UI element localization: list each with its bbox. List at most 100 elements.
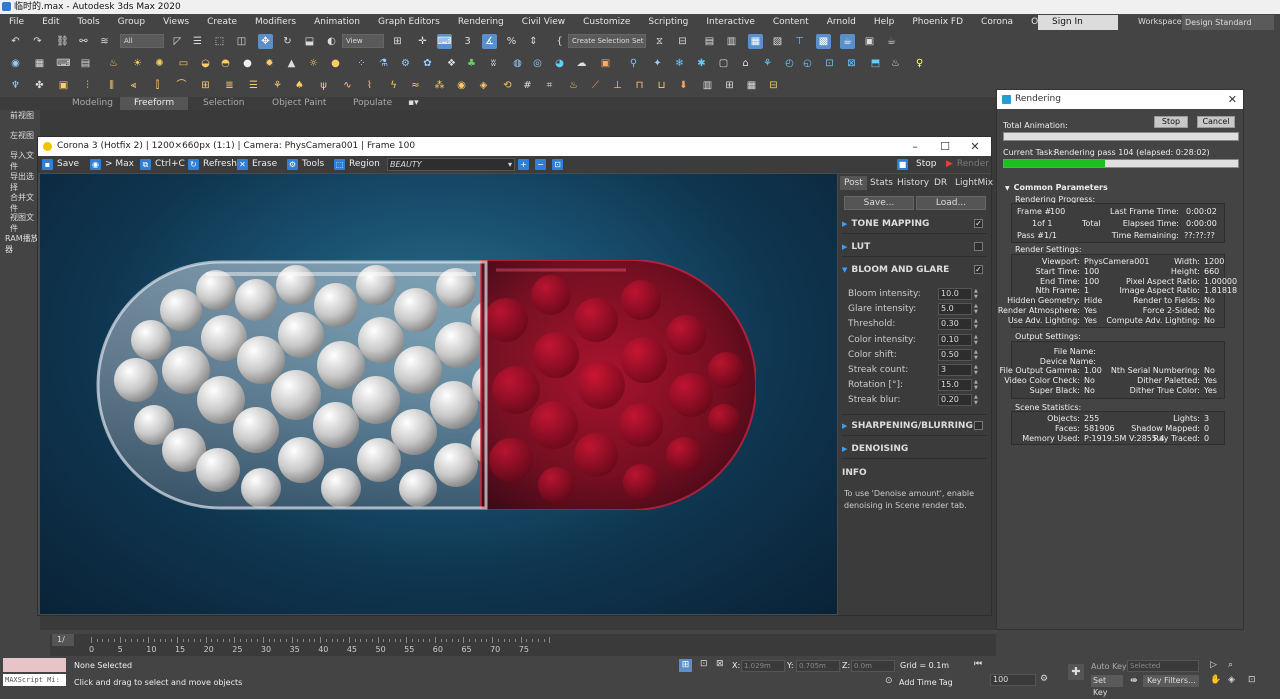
frame-icon[interactable]: ⬒ [868, 56, 883, 71]
crate-icon[interactable]: ▥ [700, 78, 715, 93]
timeline-slider[interactable]: 1/ 0 5 10 15 20 25 30 35 40 45 50 55 60 65 70 75 [50, 634, 996, 658]
set-key-button[interactable]: Set Key [1091, 675, 1123, 697]
time-tag-icon[interactable]: ⊙ [885, 676, 893, 686]
teapot-icon[interactable]: ♨ [888, 56, 903, 71]
move-icon[interactable]: ✥ [258, 34, 273, 49]
railing-icon[interactable]: ⫼ [104, 78, 119, 93]
menu-modifiers[interactable]: Modifiers [246, 14, 305, 31]
viewport-icon[interactable]: ⊠ [844, 56, 859, 71]
scale-icon[interactable]: ⬓ [302, 34, 317, 49]
close-icon[interactable]: ✕ [960, 137, 990, 156]
shell-icon[interactable]: ◉ [454, 78, 469, 93]
schematic-view-icon[interactable]: ⊤ [792, 34, 807, 49]
tab-dr[interactable]: DR [930, 176, 951, 190]
render-button[interactable]: ▶ Render [946, 158, 989, 171]
spot-light-icon[interactable]: ✺ [152, 56, 167, 71]
tree-icon[interactable]: ♠ [292, 78, 307, 93]
tile-icon[interactable]: ⊞ [722, 78, 737, 93]
param-value[interactable]: 0.50 [938, 349, 972, 361]
maxscript-mini-listener[interactable]: MAXScript Mi: [3, 674, 66, 686]
param-value[interactable]: 10.0 [938, 288, 972, 300]
tab-history[interactable]: History [893, 176, 933, 190]
menu-content[interactable]: Content [764, 14, 818, 31]
menu-graph-editors[interactable]: Graph Editors [369, 14, 449, 31]
toggle-ribbon-icon[interactable]: ▦ [748, 34, 763, 49]
left-panel-item[interactable]: 视图文件 [10, 212, 40, 234]
omni-light-icon[interactable]: ☀ [130, 56, 145, 71]
spinner-icon[interactable]: ▲ ▼ [974, 288, 980, 300]
plant-icon[interactable]: ⚘ [270, 78, 285, 93]
stop-render-button[interactable]: Stop [1154, 116, 1188, 128]
layered-material-icon[interactable]: ◎ [530, 56, 545, 71]
menu-file[interactable]: File [0, 14, 33, 31]
render-production-icon[interactable]: ☕ [884, 34, 899, 49]
minimize-icon[interactable]: – [900, 137, 930, 156]
multimap-icon[interactable]: ◕ [552, 56, 567, 71]
section-bloom-glare[interactable]: ▼ BLOOM AND GLARE ✓ [842, 263, 987, 277]
window-icon[interactable]: ⊞ [198, 78, 213, 93]
fur-icon[interactable]: ✿ [420, 56, 435, 71]
menu-help[interactable]: Help [865, 14, 904, 31]
light-tool-icon[interactable]: ♨ [106, 56, 121, 71]
ribbon-options-icon[interactable]: ▪▾ [408, 97, 419, 110]
pin-icon[interactable]: ⊥ [610, 78, 625, 93]
close-icon[interactable]: ✕ [1228, 90, 1237, 109]
window-crossing-icon[interactable]: ◫ [234, 34, 249, 49]
light-bulb-icon[interactable]: ♀ [912, 56, 927, 71]
pan-icon[interactable]: ◈ [1228, 675, 1235, 685]
left-panel-item[interactable]: 导入文件 [10, 150, 40, 172]
percent-snap-icon[interactable]: % [504, 34, 519, 49]
absolute-mode-icon[interactable]: ⊠ [716, 659, 724, 669]
tools-button[interactable]: ⚙ Tools [287, 158, 324, 171]
menu-edit[interactable]: Edit [33, 14, 68, 31]
stairs-icon[interactable]: ⫷ [126, 78, 141, 93]
region-button[interactable]: ⬚ Region [334, 158, 380, 171]
copy-button[interactable]: ⧉ Ctrl+C [140, 158, 185, 171]
left-panel-item[interactable]: 前视图 [10, 110, 34, 121]
curve-editor-icon[interactable]: ▧ [770, 34, 785, 49]
mirror-icon[interactable]: ⧖ [652, 34, 667, 49]
render-setup-icon[interactable]: ☕ [840, 34, 855, 49]
spinner-icon[interactable]: ▲ ▼ [974, 364, 980, 376]
time-slider-handle[interactable]: 1/ [52, 634, 74, 646]
select-by-name-icon[interactable]: ☰ [190, 34, 205, 49]
param-value[interactable]: 0.10 [938, 334, 972, 346]
arrow-down-icon[interactable]: ⬇ [676, 78, 691, 93]
camera-tool-icon[interactable]: ◉ [8, 56, 23, 71]
param-value[interactable]: 15.0 [938, 379, 972, 391]
menu-phoenix-fd[interactable]: Phoenix FD [903, 14, 972, 31]
maximize-viewport-icon[interactable]: ⊡ [1248, 675, 1256, 685]
section-denoising[interactable]: ▶ DENOISING [842, 442, 987, 456]
tone-mapping-checkbox[interactable]: ✓ [974, 219, 983, 228]
spline-icon[interactable]: ∿ [340, 78, 355, 93]
current-frame-field[interactable]: 100 [990, 674, 1036, 686]
grass-icon[interactable]: ψ [316, 78, 331, 93]
selection-filter[interactable]: All [120, 34, 164, 48]
menu-customize[interactable]: Customize [574, 14, 639, 31]
sun-light-icon[interactable]: ◒ [198, 56, 213, 71]
modifier-icon[interactable]: ◵ [800, 56, 815, 71]
unlink-icon[interactable]: ⚯ [76, 34, 91, 49]
key-filters-button[interactable]: Key Filters... [1143, 675, 1199, 687]
tab-modeling[interactable]: Modeling [72, 97, 113, 110]
z-coordinate-field[interactable]: 0.0m [851, 660, 895, 672]
time-config-icon[interactable]: ⚙ [1040, 674, 1048, 684]
tab-selection[interactable]: Selection [203, 97, 244, 110]
maxscript-listener-input[interactable] [3, 658, 66, 672]
menu-tools[interactable]: Tools [69, 14, 109, 31]
rendered-frame-window-icon[interactable]: ▣ [862, 34, 877, 49]
wall-icon[interactable]: ⫿ [150, 78, 165, 93]
hair-icon[interactable]: ʬ [486, 56, 501, 71]
save-settings-button[interactable]: Save... [844, 196, 914, 210]
box-modeler-icon[interactable]: ▣ [56, 78, 71, 93]
select-object-icon[interactable]: ◸ [170, 34, 185, 49]
orbit-icon[interactable]: ✋ [1210, 675, 1221, 685]
sharpen-checkbox[interactable] [974, 421, 983, 430]
auto-key-button[interactable]: Auto Key [1091, 662, 1127, 671]
tab-post[interactable]: Post [840, 176, 867, 190]
left-panel-item[interactable]: RAM播放器 [5, 233, 40, 255]
keyboard-tool-icon[interactable]: ⌨ [56, 56, 71, 71]
foliage-icon[interactable]: ♣ [464, 56, 479, 71]
menu-views[interactable]: Views [154, 14, 198, 31]
material-editor-icon[interactable]: ▩ [816, 34, 831, 49]
